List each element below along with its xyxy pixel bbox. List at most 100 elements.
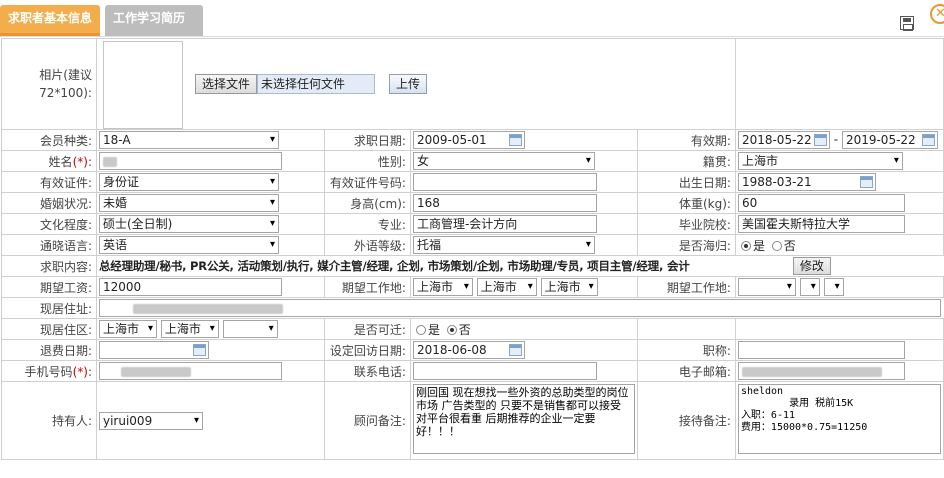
relocate-no-label: 否 (458, 322, 471, 337)
valid-to-value: 2019-05-22 (845, 133, 916, 147)
name-colon: : (87, 154, 92, 169)
language-select[interactable]: 英语 (98, 236, 279, 254)
school-label: 毕业院校: (636, 213, 736, 235)
valid-to-input[interactable]: 2019-05-22 (841, 131, 938, 149)
birth-date-input[interactable]: 1988-03-21 (737, 173, 876, 191)
phone-input[interactable] (412, 362, 597, 380)
height-input[interactable]: 168 (412, 194, 597, 212)
mobile-colon: : (87, 364, 92, 379)
height-label: 身高(cm): (323, 192, 411, 214)
marital-select[interactable]: 未婚 (98, 194, 279, 212)
job-content-text: 总经理助理/秘书, PR公关, 活动策划/执行, 媒介主管/经理, 企划, 市场… (98, 259, 690, 273)
calendar-icon[interactable] (508, 344, 522, 356)
apply-date-input[interactable]: 2009-05-01 (412, 131, 525, 149)
refund-date-label: 退费日期: (1, 339, 97, 361)
birth-label: 出生日期: (636, 171, 736, 193)
name-label: 姓名(*): (1, 150, 97, 172)
returnee-yes-label: 是 (752, 238, 765, 253)
area-empty-2 (734, 318, 944, 340)
calendar-icon[interactable] (192, 344, 206, 356)
education-label: 文化程度: (1, 213, 97, 235)
phone-label: 联系电话: (323, 360, 411, 382)
reception-note-textarea[interactable]: sheldon 录用 税前15K 入职：6-11 费用：15000*0.75=1… (737, 384, 941, 454)
id-number-input[interactable] (412, 173, 597, 191)
weight-input[interactable]: 60 (737, 194, 905, 212)
advisor-note-textarea[interactable]: 刚回国 现在想找一些外资的总助类型的岗位 市场 广告类型的 只要不是销售都可以接… (412, 384, 635, 454)
weight-label: 体重(kg): (636, 192, 736, 214)
tab-resume[interactable]: 工作学习简历 (105, 5, 203, 36)
job-content-label: 求职内容: (1, 255, 97, 277)
area-select-3[interactable] (222, 320, 278, 338)
upload-button[interactable]: 上传 (389, 74, 428, 94)
visit-date-input[interactable]: 2018-06-08 (412, 341, 525, 359)
valid-from-input[interactable]: 2018-05-22 (737, 131, 830, 149)
calendar-icon[interactable] (859, 176, 873, 188)
calendar-icon[interactable] (508, 134, 522, 146)
valid-label: 有效期: (636, 129, 736, 151)
close-icon[interactable]: ✕ (930, 4, 944, 24)
address-input[interactable] (98, 299, 941, 317)
tab-bar: 求职者基本信息 工作学习简历 ✕ (0, 0, 944, 37)
photo-label-line1: 相片(建议 (39, 68, 92, 82)
work-place-2-select-3[interactable] (823, 278, 844, 296)
gender-select[interactable]: 女 (412, 152, 595, 170)
returnee-label: 是否海归: (636, 234, 736, 256)
visit-date-value: 2018-06-08 (416, 343, 487, 357)
salary-label: 期望工资: (1, 276, 97, 298)
marital-label: 婚姻状况: (1, 192, 97, 214)
work-place-select-3[interactable]: 上海市 (540, 278, 598, 296)
id-number-label: 有效证件号码: (323, 171, 411, 193)
id-type-label: 有效证件: (1, 171, 97, 193)
major-input[interactable]: 工商管理-会计方向 (412, 215, 597, 233)
major-label: 专业: (323, 213, 411, 235)
language-level-label: 外语等级: (323, 234, 411, 256)
mobile-input[interactable] (98, 362, 282, 380)
advisor-note-label: 顾问备注: (323, 381, 411, 460)
relocate-yes-radio[interactable] (415, 325, 426, 335)
valid-separator: - (833, 132, 839, 147)
id-type-select[interactable]: 身份证 (98, 173, 279, 191)
choose-file-button[interactable]: 选择文件 (194, 74, 257, 94)
tab-basic-info[interactable]: 求职者基本信息 (0, 5, 100, 36)
area-select-2[interactable]: 上海市 (160, 320, 219, 338)
email-label: 电子邮箱: (636, 360, 736, 382)
area-select-1[interactable]: 上海市 (98, 320, 157, 338)
calendar-icon[interactable] (921, 134, 935, 146)
work-place-select-2[interactable]: 上海市 (476, 278, 537, 296)
name-input[interactable] (98, 152, 282, 170)
gender-label: 性别: (323, 150, 411, 172)
relocate-yes-label: 是 (427, 322, 440, 337)
refund-date-input[interactable] (98, 341, 209, 359)
address-label: 现居住址: (1, 297, 97, 319)
school-input[interactable]: 美国霍夫斯特拉大学 (737, 215, 905, 233)
mobile-label-text: 手机号码 (24, 364, 73, 379)
relocate-no-radio[interactable] (446, 325, 457, 335)
calendar-icon[interactable] (813, 134, 827, 146)
owner-select[interactable]: yirui009 (98, 411, 203, 430)
work-place-2-select-1[interactable] (737, 278, 796, 296)
returnee-yes-radio[interactable] (740, 241, 751, 251)
work-place-select-1[interactable]: 上海市 (412, 278, 473, 296)
edit-job-content-button[interactable]: 修改 (792, 257, 831, 275)
member-type-select[interactable]: 18-A (98, 131, 279, 149)
work-place-2-select-2[interactable] (799, 278, 820, 296)
origin-select[interactable]: 上海市 (737, 152, 903, 170)
visit-date-label: 设定回访日期: (323, 339, 411, 361)
returnee-no-radio[interactable] (771, 241, 782, 251)
photo-cell: 选择文件 未选择任何文件 上传 (95, 38, 736, 130)
required-mark: (*) (72, 364, 88, 379)
title-label: 职称: (636, 339, 736, 361)
photo-label: 相片(建议 72*100): (1, 38, 97, 130)
apply-date-label: 求职日期: (323, 129, 411, 151)
reception-note-label: 接待备注: (636, 381, 736, 460)
title-input[interactable] (737, 341, 905, 359)
email-input[interactable] (737, 362, 905, 380)
candidate-form: 相片(建议 72*100): 选择文件 未选择任何文件 上传 会员种类: 18-… (1, 38, 944, 460)
photo-label-line2: 72*100): (39, 86, 92, 100)
salary-input[interactable]: 12000 (98, 278, 282, 296)
language-level-select[interactable]: 托福 (412, 236, 595, 254)
education-select[interactable]: 硕士(全日制) (98, 215, 279, 233)
save-icon[interactable] (900, 16, 914, 31)
required-mark: (*) (72, 154, 88, 169)
area-empty (636, 318, 736, 340)
